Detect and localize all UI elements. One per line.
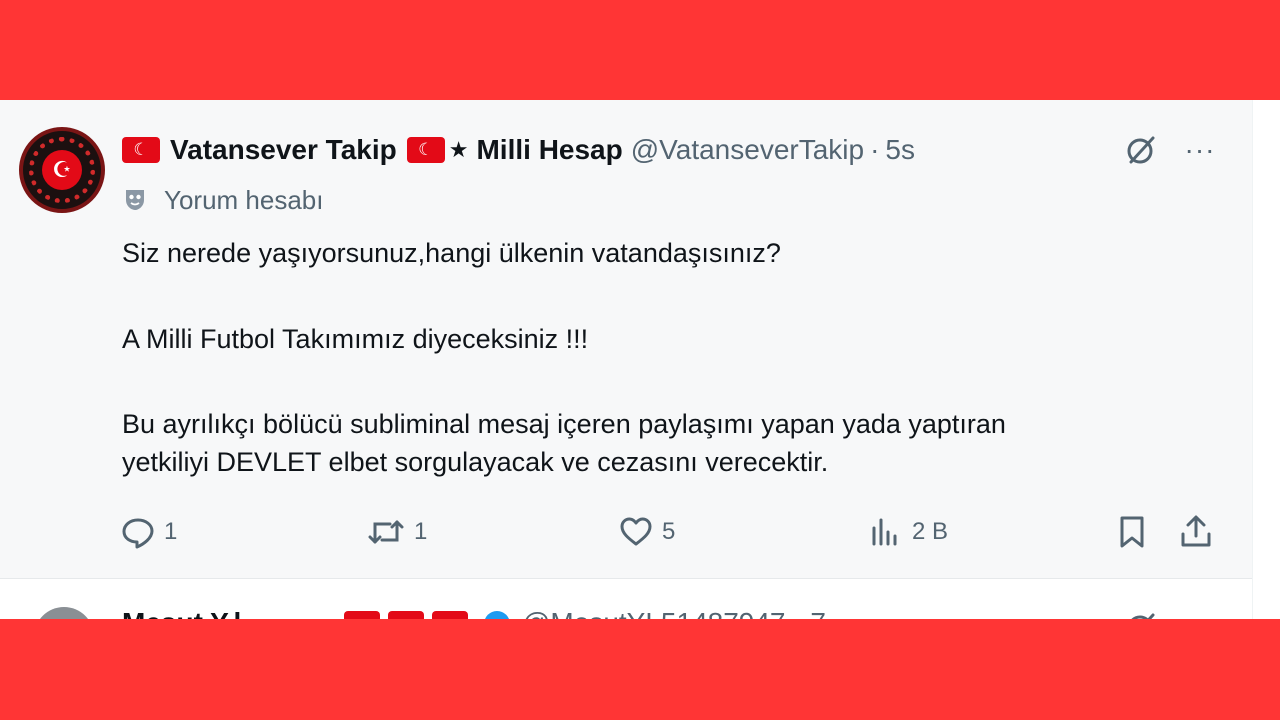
turkish-flag-icon: ☾ (406, 137, 445, 163)
verified-icon (484, 611, 510, 619)
handle[interactable]: @MesutYL51487947 · 7 (522, 607, 826, 619)
tweet-paragraph: Siz nerede yaşıyorsunuz,hangi ülkenin va… (122, 238, 781, 268)
turkish-flag-icon (344, 611, 380, 619)
like-count: 5 (662, 518, 676, 545)
repost-icon (368, 520, 404, 544)
tweet-paragraph-line: Bu ayrılıkçı bölücü subliminal mesaj içe… (122, 409, 1006, 439)
grok-icon (1127, 136, 1155, 164)
tweet[interactable]: ☪ ☾ Vatansever Takip ☾ ★ Milli Hesap @Va… (0, 100, 1252, 578)
star-icon: ★ (448, 137, 469, 162)
repost-button[interactable]: 1 (366, 510, 427, 554)
tweet-header: ☾ Vatansever Takip ☾ ★ Milli Hesap @Vata… (122, 130, 915, 170)
screenshot-frame: ☪ ☾ Vatansever Takip ☾ ★ Milli Hesap @Va… (0, 0, 1280, 720)
right-gutter (1252, 100, 1280, 619)
bookmark-button[interactable] (1116, 510, 1148, 554)
turkish-flag-icon (388, 611, 424, 619)
grok-icon[interactable] (1122, 609, 1158, 619)
more-button[interactable]: ··· (1180, 132, 1220, 168)
heart-icon (620, 517, 652, 546)
top-red-band (0, 0, 1280, 100)
views-count: 2 B (912, 518, 949, 545)
avatar-ring (29, 137, 95, 203)
reply-count: 1 (164, 518, 178, 545)
repost-count: 1 (414, 518, 428, 545)
handle[interactable]: @VatanseverTakip (631, 134, 864, 166)
reply-button[interactable]: 1 (120, 510, 177, 554)
avatar[interactable]: ☪ (19, 127, 105, 213)
bookmark-icon (1120, 516, 1144, 548)
like-button[interactable]: 5 (618, 510, 675, 554)
more-icon: ··· (1184, 134, 1216, 165)
views-button[interactable]: 2 B (868, 510, 948, 554)
tweet-paragraph-line: yetkiliyi DEVLET elbet sorgulayacak ve c… (122, 447, 829, 477)
next-tweet[interactable]: Mesut Y.l. @MesutYL51487947 · 7 (0, 578, 1252, 619)
views-icon (872, 518, 897, 546)
share-icon (1181, 515, 1211, 547)
tweet-paragraph: A Milli Futbol Takımımız diyeceksiniz !!… (122, 324, 589, 354)
turkish-flag-icon (432, 611, 468, 619)
display-name[interactable]: Mesut Y.l. (122, 607, 249, 619)
avatar[interactable] (34, 607, 94, 619)
tweet-actions: 1 1 5 2 B (120, 510, 1230, 554)
flag-emojis (344, 611, 476, 619)
bottom-red-band (0, 619, 1280, 720)
comment-account-badge: Yorum hesabı (124, 184, 323, 216)
display-name-suffix[interactable]: Milli Hesap (476, 134, 622, 166)
grok-button[interactable] (1122, 132, 1162, 168)
mask-icon (126, 190, 144, 210)
timestamp[interactable]: 5s (885, 134, 915, 166)
badge-label: Yorum hesabı (164, 184, 324, 215)
turkish-flag-icon: ☾ (122, 137, 160, 163)
tweet-text: Siz nerede yaşıyorsunuz,hangi ülkenin va… (122, 234, 1212, 481)
separator-dot: · (870, 134, 880, 165)
share-button[interactable] (1178, 510, 1214, 554)
reply-icon (122, 518, 154, 549)
display-name[interactable]: Vatansever Takip (170, 134, 397, 166)
